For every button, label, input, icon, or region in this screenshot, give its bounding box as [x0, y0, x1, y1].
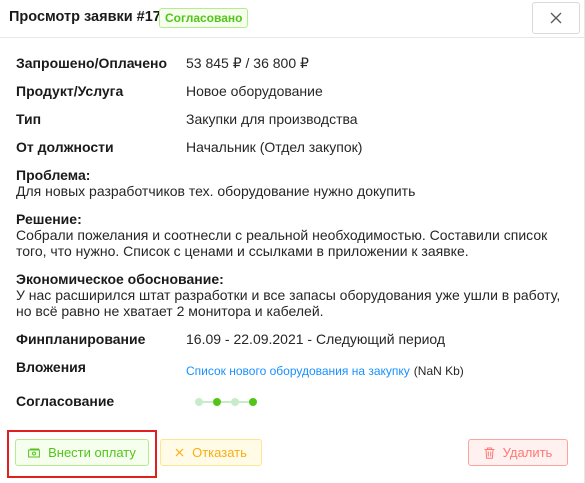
reject-button-label: Отказать: [192, 445, 247, 460]
modal-header: Просмотр заявки #17 Согласовано: [0, 0, 585, 38]
delete-button-label: Удалить: [502, 445, 553, 460]
delete-button[interactable]: Удалить: [468, 439, 568, 466]
approval-step[interactable]: [249, 398, 257, 406]
pay-button[interactable]: Внести оплату: [15, 439, 149, 466]
field-label: Продукт/Услуга: [16, 83, 124, 99]
attachment-link[interactable]: Список нового оборудования на закупку: [186, 364, 410, 378]
field-value: 16.09 - 22.09.2021 - Следующий период: [186, 331, 446, 347]
pay-button-label: Внести оплату: [48, 445, 136, 460]
field-solution: Решение: Собрали пожелания и соотнесли с…: [16, 211, 561, 259]
reject-button[interactable]: Отказать: [160, 439, 262, 466]
field-problem: Проблема: Для новых разработчиков тех. о…: [16, 167, 561, 199]
field-label: Согласование: [16, 393, 115, 409]
field-requested-paid: Запрошено/Оплачено 53 845 ₽ / 36 800 ₽: [16, 55, 309, 71]
approval-steps: [195, 396, 261, 408]
attachment-size: (NaN Kb): [413, 364, 464, 378]
approval-step[interactable]: [195, 398, 203, 406]
close-button[interactable]: [532, 2, 580, 34]
field-justification: Экономическое обоснование: У нас расшири…: [16, 271, 561, 319]
field-value: Собрали пожелания и соотнесли с реальной…: [16, 227, 548, 259]
field-label: От должности: [16, 139, 114, 155]
step-connector: [239, 401, 249, 403]
field-attachments: Вложения Список нового оборудования на з…: [16, 359, 464, 378]
field-label: Тип: [16, 111, 42, 127]
close-icon: [550, 12, 562, 24]
field-label: Экономическое обоснование:: [16, 271, 224, 287]
status-badge: Согласовано: [159, 8, 249, 28]
field-approval: Согласование: [16, 393, 114, 409]
field-label: Проблема:: [16, 167, 91, 183]
close-icon: [175, 448, 184, 457]
field-value: Начальник (Отдел закупок): [186, 139, 363, 155]
field-value: 53 845 ₽ / 36 800 ₽: [186, 55, 309, 71]
field-label: Запрошено/Оплачено: [16, 55, 168, 71]
trash-icon: [484, 447, 495, 459]
field-type: Тип Закупки для производства: [16, 111, 358, 127]
field-value: Закупки для производства: [186, 111, 358, 127]
field-planning: Финпланирование 16.09 - 22.09.2021 - Сле…: [16, 331, 445, 347]
field-product: Продукт/Услуга Новое оборудование: [16, 83, 323, 99]
field-value: Для новых разработчиков тех. оборудовани…: [16, 183, 416, 199]
field-label: Финпланирование: [16, 331, 146, 347]
attachment-entry: Список нового оборудования на закупку (Na…: [186, 362, 464, 378]
approval-step[interactable]: [231, 398, 239, 406]
field-label: Вложения: [16, 359, 86, 375]
step-connector: [221, 401, 231, 403]
field-value: У нас расширился штат разработки и все з…: [16, 287, 561, 319]
request-view-modal: Просмотр заявки #17 Согласовано Запрошен…: [0, 0, 585, 483]
field-label: Решение:: [16, 211, 82, 227]
modal-title: Просмотр заявки #17: [9, 9, 161, 25]
step-connector: [203, 401, 213, 403]
approval-step[interactable]: [213, 398, 221, 406]
field-value: Новое оборудование: [186, 83, 323, 99]
money-icon: [28, 448, 40, 457]
field-position: От должности Начальник (Отдел закупок): [16, 139, 362, 155]
